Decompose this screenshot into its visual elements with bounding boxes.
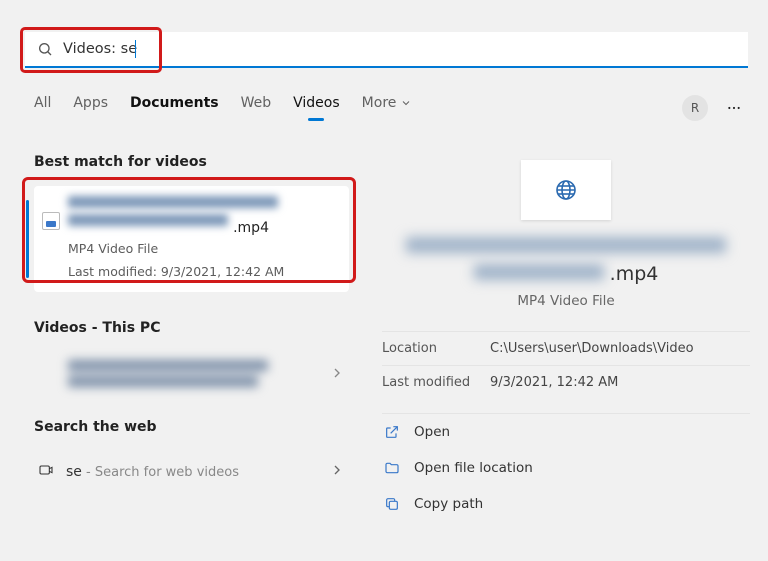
folder-icon (384, 460, 400, 476)
redacted-text (68, 376, 258, 387)
preview-file-type: MP4 Video File (382, 293, 750, 309)
preview-thumbnail (521, 160, 611, 220)
preview-filename: .mp4 (382, 234, 750, 287)
preview-pane: .mp4 MP4 Video File Location C:\Users\us… (382, 152, 750, 522)
action-open-location-label: Open file location (414, 460, 533, 476)
detail-row-location: Location C:\Users\user\Downloads\Video (382, 331, 750, 365)
section-best-match-title: Best match for videos (34, 154, 349, 170)
result-last-modified: Last modified: 9/3/2021, 12:42 AM (68, 263, 339, 282)
more-options-button[interactable] (724, 98, 744, 118)
chevron-right-icon (329, 365, 345, 381)
best-match-result[interactable]: .mp4 MP4 Video File Last modified: 9/3/2… (34, 186, 349, 292)
video-search-icon (38, 462, 54, 478)
results-pane: Best match for videos .mp4 MP4 Video Fil… (34, 154, 349, 490)
open-icon (384, 424, 400, 440)
action-open-label: Open (414, 424, 450, 440)
video-file-icon (42, 212, 60, 230)
copy-icon (384, 496, 400, 512)
action-copy-path-label: Copy path (414, 496, 483, 512)
action-open[interactable]: Open (382, 414, 750, 450)
web-search-term: se (66, 464, 82, 480)
videos-pc-result[interactable] (34, 352, 349, 395)
preview-actions: Open Open file location Copy path (382, 413, 750, 522)
search-web-item[interactable]: se - Search for web videos (34, 451, 349, 490)
action-open-location[interactable]: Open file location (382, 450, 750, 486)
chevron-right-icon (329, 462, 345, 478)
thumbnail-caption (529, 166, 603, 172)
chevron-down-icon (400, 97, 412, 109)
detail-modified-label: Last modified (382, 375, 490, 390)
search-icon (37, 41, 53, 57)
detail-location-value: C:\Users\user\Downloads\Video (490, 341, 694, 356)
filter-tabs: All Apps Documents Web Videos More (34, 95, 412, 117)
section-videos-pc-title: Videos - This PC (34, 320, 349, 336)
tab-more[interactable]: More (362, 95, 413, 117)
globe-icon (554, 178, 578, 202)
detail-modified-value: 9/3/2021, 12:42 AM (490, 375, 618, 390)
search-input-text: Videos: se (63, 41, 137, 57)
preview-filename-ext: .mp4 (610, 263, 659, 285)
search-box[interactable]: Videos: se (25, 32, 748, 68)
detail-location-label: Location (382, 341, 490, 356)
tab-apps[interactable]: Apps (73, 95, 108, 117)
detail-row-modified: Last modified 9/3/2021, 12:42 AM (382, 365, 750, 399)
result-type-label: MP4 Video File (68, 240, 339, 259)
redacted-text (406, 237, 726, 253)
redacted-text (68, 196, 278, 208)
result-filename-ext: .mp4 (233, 220, 269, 236)
text-caret (135, 40, 136, 58)
action-copy-path[interactable]: Copy path (382, 486, 750, 522)
tab-all[interactable]: All (34, 95, 51, 117)
redacted-text (68, 214, 228, 226)
redacted-text (474, 264, 604, 280)
web-search-hint: - Search for web videos (82, 465, 239, 480)
ellipsis-icon (726, 100, 742, 116)
tab-more-label: More (362, 95, 397, 111)
tab-web[interactable]: Web (241, 95, 272, 117)
tab-videos[interactable]: Videos (293, 95, 340, 117)
user-avatar[interactable]: R (682, 95, 708, 121)
redacted-text (68, 360, 268, 371)
section-search-web-title: Search the web (34, 419, 349, 435)
tab-documents[interactable]: Documents (130, 95, 219, 117)
header-right-controls: R (682, 95, 744, 121)
